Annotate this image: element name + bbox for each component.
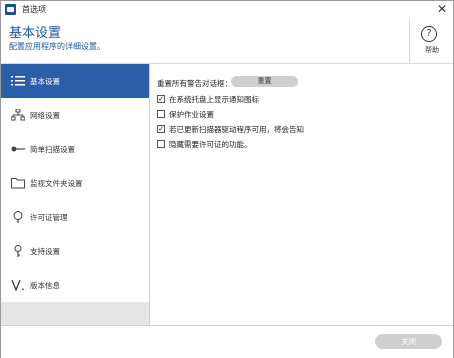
list-icon [11,76,25,86]
network-icon [11,109,25,121]
help-label: 帮助 [425,46,439,54]
sidebar-item-label: 版本信息 [30,281,60,290]
license-icon [13,211,23,223]
sidebar-item-version-info[interactable]: 版本信息 [1,268,149,303]
option-label: 保护作业设置 [169,110,214,119]
sidebar-item-network-settings[interactable]: 网络设置 [1,98,149,133]
folder-icon [11,178,25,189]
app-icon [5,4,16,15]
scan-icon [11,146,25,152]
checkbox[interactable] [157,140,165,148]
sidebar-item-simple-scan-settings[interactable]: 简单扫描设置 [1,132,149,167]
window-title: 首选项 [22,5,46,14]
option-label: 隐藏需要许可证的功能。 [169,140,252,149]
checkbox[interactable] [157,110,165,118]
sidebar-item-license-management[interactable]: 许可证管理 [1,200,149,235]
close-button[interactable]: 关闭 [375,334,442,349]
version-icon [11,279,24,291]
sidebar-item-label: 监视文件夹设置 [30,179,83,188]
close-icon[interactable]: ✕ [437,2,447,16]
footer: 关闭 [1,325,453,358]
support-icon [14,245,22,257]
sidebar-item-label: 网络设置 [30,111,60,120]
sidebar-filler [1,302,149,325]
sidebar: 基本设置 网络设置 简单扫描设置 监视文件夹设置 许可证管理 支持设置 版本信息 [1,64,150,325]
help-icon: ? [421,26,437,42]
sidebar-item-label: 基本设置 [30,77,60,86]
help-button[interactable]: ? 帮助 [409,18,454,63]
option-label: 若已更新扫描器驱动程序可用，将会告知 [169,125,304,134]
page-title: 基本设置 [9,26,62,41]
sidebar-item-basic-settings[interactable]: 基本设置 [1,64,149,98]
sidebar-item-label: 支持设置 [30,247,60,256]
option-label: 在系统托盘上显示通知图标 [169,95,259,104]
checkbox[interactable]: ✓ [157,125,165,133]
title-bar: 首选项 ✕ [1,1,453,18]
page-subtitle: 配置应用程序的详细设置。 [9,42,105,51]
checkbox[interactable]: ✓ [157,95,165,103]
page-header: 基本设置 配置应用程序的详细设置。 ? 帮助 [1,18,453,64]
settings-content: 重置所有警告对话框： 重置 ✓ 在系统托盘上显示通知图标 保护作业设置 ✓ 若已… [150,64,453,325]
preferences-window: 首选项 ✕ 基本设置 配置应用程序的详细设置。 ? 帮助 基本设置 网络设置 简… [0,0,454,358]
reset-warnings-label: 重置所有警告对话框： [157,79,232,88]
sidebar-item-label: 简单扫描设置 [30,145,75,154]
sidebar-item-support-settings[interactable]: 支持设置 [1,234,149,269]
reset-button[interactable]: 重置 [231,76,298,87]
sidebar-item-watch-folder-settings[interactable]: 监视文件夹设置 [1,166,149,201]
sidebar-item-label: 许可证管理 [30,213,68,222]
